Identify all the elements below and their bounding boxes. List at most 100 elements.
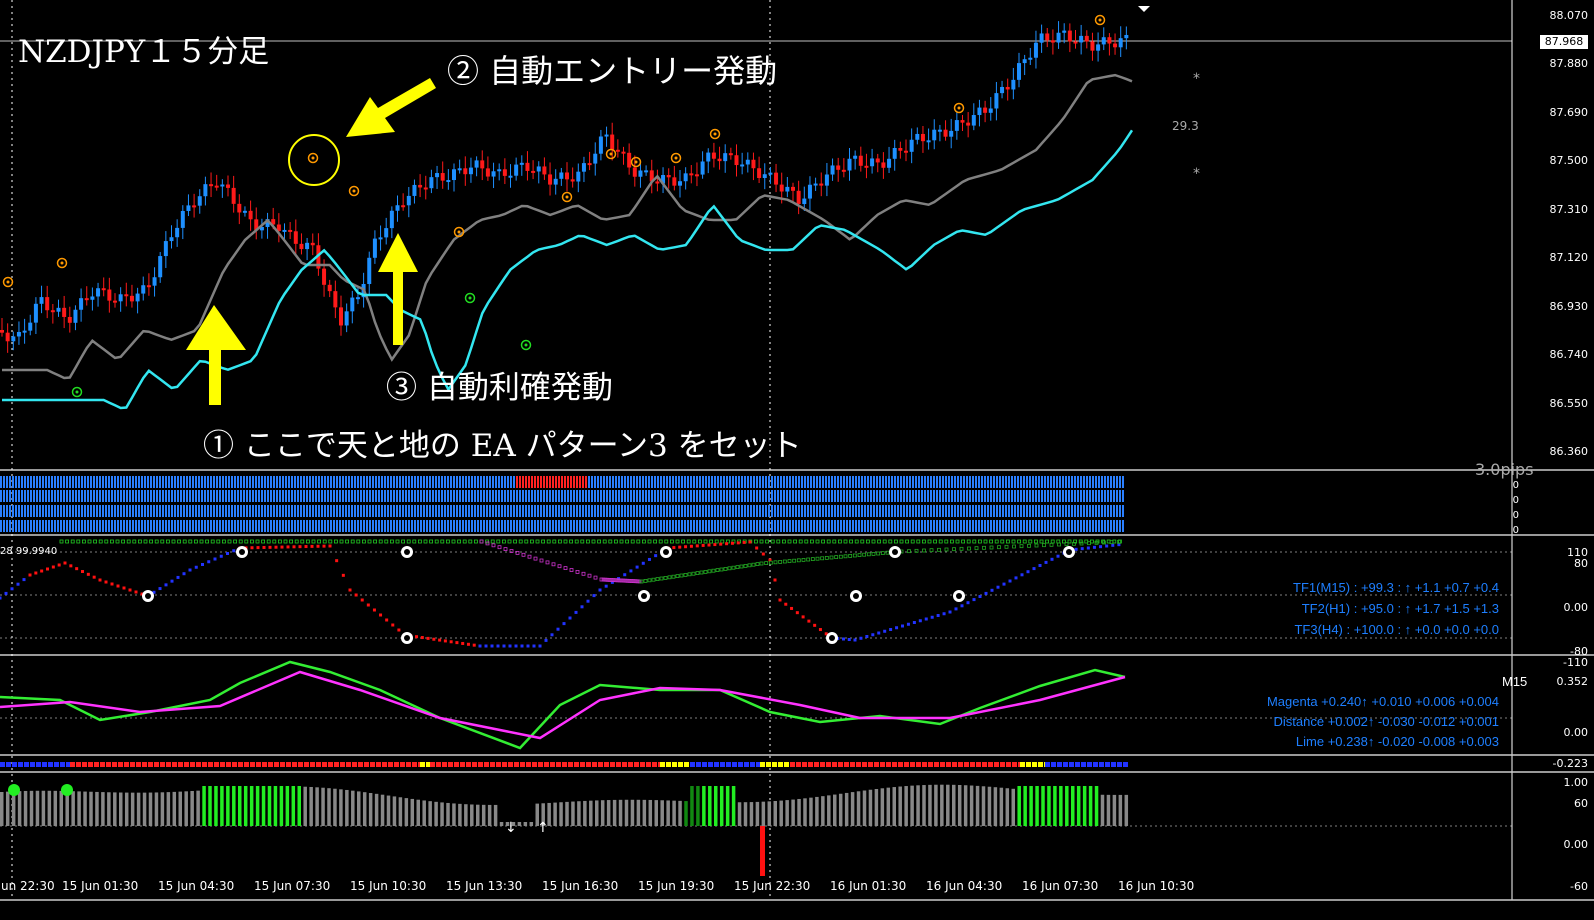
stack-cell (75, 476, 77, 488)
osc-axis-tick: -0.223 (1552, 757, 1588, 770)
stack-cell (597, 490, 599, 502)
stack-cell (291, 476, 293, 488)
stack-cell (345, 476, 347, 488)
stack-cell (981, 505, 983, 517)
stack-cell (954, 520, 956, 532)
candle-body (1101, 37, 1106, 45)
stack-cell (87, 505, 89, 517)
stack-cell (150, 490, 152, 502)
hist-bar (1059, 786, 1063, 826)
stack-cell (1023, 505, 1025, 517)
color-bar-cell (94, 762, 99, 767)
tf-top-marker (933, 539, 937, 544)
stack-cell (726, 520, 728, 532)
stack-cell (1029, 476, 1031, 488)
stack-cell (408, 490, 410, 502)
hist-negative-bar (760, 826, 765, 876)
stack-cell (273, 520, 275, 532)
hist-bar (731, 786, 736, 826)
tf-green-dot (787, 559, 792, 563)
stack-cell (489, 520, 491, 532)
color-bar-cell (862, 762, 867, 767)
stack-cell (384, 490, 386, 502)
hist-bar (714, 786, 718, 826)
stack-cell (543, 490, 545, 502)
stack-cell (117, 476, 119, 488)
stack-cell (849, 490, 851, 502)
tf-green-dot (764, 561, 769, 565)
tf-top-marker (367, 539, 372, 544)
stack-cell (1059, 490, 1061, 502)
stack-cell (447, 476, 449, 488)
candle-body (909, 139, 914, 152)
color-bar-cell (142, 762, 147, 767)
candle-body (621, 151, 626, 154)
stack-cell (264, 490, 266, 502)
stack-cell (852, 490, 854, 502)
tf-dot (684, 545, 688, 549)
stack-cell (432, 490, 434, 502)
stack-cell (705, 505, 707, 517)
stack-cell (978, 505, 980, 517)
color-bar-cell (154, 762, 159, 767)
tf1-line: TF1(M15) : +99.3 : ↑ +1.1 +0.7 +0.4 (1293, 580, 1499, 595)
hist-bar (487, 804, 492, 826)
hist-bar (470, 804, 474, 826)
stack-cell (795, 505, 797, 517)
tf-top-marker (558, 539, 562, 544)
stack-cell (1050, 490, 1052, 502)
stack-cell (699, 490, 701, 502)
stack-cell (288, 476, 290, 488)
stack-cell (774, 505, 776, 517)
stack-cell (81, 520, 83, 532)
stack-cell (720, 476, 722, 488)
tf-green-dot (959, 546, 964, 551)
stack-cell (921, 505, 923, 517)
stack-cell (876, 505, 878, 517)
color-bar-cell (574, 762, 579, 767)
stack-cell (117, 505, 119, 517)
sell-signal-dot (311, 156, 315, 160)
stack-cell (48, 505, 50, 517)
stack-cell (867, 505, 869, 517)
tf-top-marker (826, 539, 831, 544)
color-bar-cell (36, 762, 41, 767)
stack-cell (690, 490, 692, 502)
hist-bar (190, 790, 194, 826)
tf-green-dot (922, 548, 926, 553)
candle-body (559, 172, 564, 179)
color-bar-cell (448, 762, 453, 767)
stack-cell (282, 505, 284, 517)
hist-bar (1047, 786, 1051, 826)
stack-cell (144, 490, 146, 502)
stack-cell (174, 490, 176, 502)
tf-marker-center (239, 549, 245, 555)
tf-green-dot (675, 574, 680, 578)
stack-cell (234, 520, 236, 532)
stack-cell (102, 520, 104, 532)
stack-cell (252, 505, 254, 517)
tf-top-marker (445, 539, 450, 544)
stack-cell (1086, 490, 1088, 502)
stack-cell (429, 490, 431, 502)
stack-cell (630, 505, 632, 517)
stack-cell (114, 505, 116, 517)
stack-cell (159, 476, 161, 488)
stack-cell (33, 520, 35, 532)
stack-cell (393, 490, 395, 502)
stack-cell (645, 505, 647, 517)
tf-dot (742, 540, 746, 544)
stack-cell (63, 520, 65, 532)
stack-cell (837, 520, 839, 532)
stack-cell (201, 490, 203, 502)
candle-body (152, 277, 157, 286)
stack-cell (63, 505, 65, 517)
color-bar-cell (646, 762, 651, 767)
stack-cell (843, 505, 845, 517)
candle-body (904, 150, 908, 153)
tf-dot (901, 624, 904, 628)
stack-cell (72, 520, 74, 532)
stack-cell (606, 520, 608, 532)
tf-dot (877, 631, 881, 635)
tf-dot (790, 606, 794, 610)
